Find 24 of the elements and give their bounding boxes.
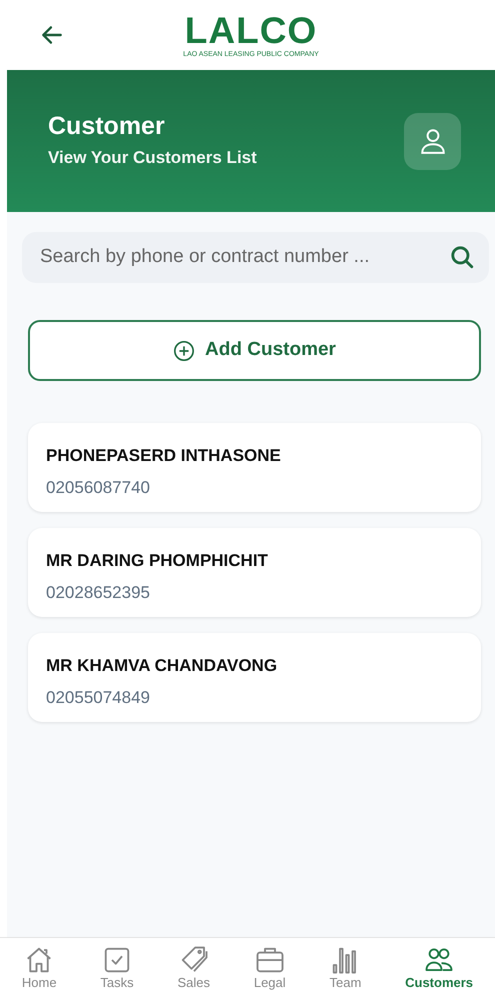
nav-tab[interactable]: Tasks xyxy=(100,944,134,990)
customer-phone: 02028652395 xyxy=(46,582,152,604)
nav-tab[interactable]: Customers xyxy=(405,944,474,990)
user-icon[interactable] xyxy=(420,127,446,155)
add-customer-button[interactable]: Add Customer xyxy=(28,320,481,381)
customer-card[interactable]: PHONEPASERD INTHASONE 02056087740 xyxy=(28,423,481,512)
logo-text: LALCO xyxy=(184,12,318,49)
page-subtitle: View Your Customers List xyxy=(48,147,257,170)
customer-phone: 02056087740 xyxy=(46,476,152,498)
search-field[interactable]: Search by phone or contract number ... xyxy=(22,232,489,283)
nav-tab[interactable]: Home xyxy=(22,944,57,990)
plus-circle-icon[interactable] xyxy=(173,340,196,362)
profile-button[interactable] xyxy=(404,112,461,170)
nav-tab[interactable]: Sales xyxy=(177,944,210,990)
customer-name: MR DARING PHOMPHICHIT xyxy=(46,550,269,572)
customer-name: MR KHAMVA CHANDAVONG xyxy=(46,655,278,677)
nav-tab[interactable]: Legal xyxy=(254,944,286,990)
customer-phone: 02055074849 xyxy=(46,686,152,708)
nav-tab[interactable]: Team xyxy=(329,944,362,990)
customer-name: PHONEPASERD INTHASONE xyxy=(46,445,282,467)
page-title: Customer xyxy=(48,111,166,142)
customer-card[interactable]: MR DARING PHOMPHICHIT 02028652395 xyxy=(28,528,481,617)
customer-card[interactable]: MR KHAMVA CHANDAVONG 02055074849 xyxy=(28,633,481,722)
search-icon[interactable] xyxy=(449,244,475,270)
